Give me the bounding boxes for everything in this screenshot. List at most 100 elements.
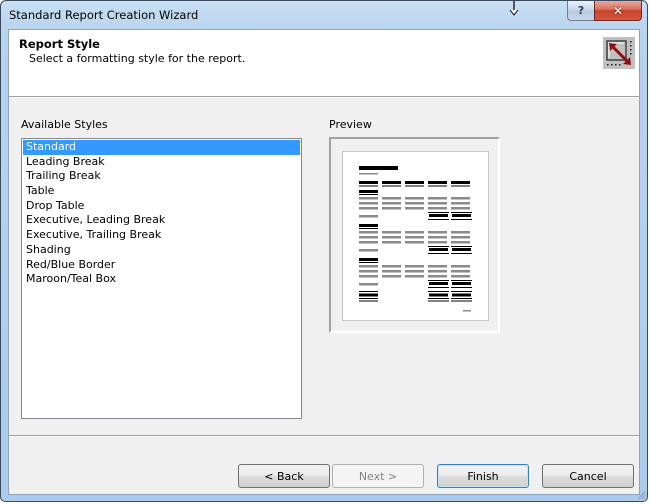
- style-option[interactable]: Executive, Leading Break: [23, 213, 300, 228]
- preview-detail-bar: [451, 197, 470, 200]
- preview-header-rule: [451, 185, 470, 187]
- preview-detail-bar: [382, 265, 401, 268]
- preview-detail-bar: [405, 236, 424, 239]
- preview-detail-bar: [428, 231, 447, 234]
- preview-total-rule: [428, 246, 449, 247]
- preview-detail-bar: [382, 231, 401, 234]
- preview-detail-bar: [428, 202, 447, 205]
- preview-title-bar: [359, 166, 398, 170]
- preview-group-header: [359, 224, 378, 227]
- preview-total-rule: [451, 219, 472, 220]
- preview-grand-rule: [428, 291, 449, 292]
- style-option[interactable]: Shading: [23, 243, 300, 258]
- preview-detail-bar: [382, 207, 401, 210]
- preview-detail-bar: [405, 241, 424, 244]
- preview-subtotal-bar: [452, 282, 471, 285]
- preview-detail-bar: [382, 197, 401, 200]
- preview-grand-total-bar: [429, 293, 448, 297]
- styles-listbox[interactable]: Standard Leading Break Trailing Break Table…: [21, 138, 302, 419]
- wizard-header: Report Style Select a formatting style f…: [9, 30, 639, 97]
- preview-group-header: [359, 190, 378, 193]
- preview-detail-bar: [359, 270, 378, 273]
- preview-detail-bar: [359, 265, 378, 268]
- preview-detail-bar: [451, 270, 470, 273]
- preview-grand-rule: [359, 300, 378, 302]
- preview-detail-bar: [451, 275, 470, 278]
- resize-grip-icon[interactable]: [636, 490, 646, 500]
- preview-detail-bar: [359, 197, 378, 200]
- preview-subtotal-label: [359, 249, 378, 252]
- preview-detail-bar: [405, 270, 424, 273]
- style-option[interactable]: Table: [23, 184, 300, 199]
- preview-header-rule: [359, 185, 378, 187]
- preview-detail-bar: [405, 231, 424, 234]
- preview-grand-rule: [428, 300, 449, 302]
- preview-page-number: [463, 310, 471, 312]
- preview-header-bar: [428, 181, 447, 184]
- preview-total-rule: [428, 287, 449, 288]
- preview-detail-bar: [428, 197, 447, 200]
- preview-detail-bar: [428, 270, 447, 273]
- preview-total-rule: [451, 280, 472, 281]
- preview-label: Preview: [329, 118, 372, 131]
- preview-detail-bar: [359, 207, 378, 210]
- preview-header-rule: [382, 185, 401, 187]
- style-option[interactable]: Maroon/Teal Box: [23, 272, 300, 287]
- preview-header-bar: [359, 181, 378, 184]
- style-option[interactable]: Drop Table: [23, 199, 300, 214]
- preview-detail-bar: [428, 236, 447, 239]
- preview-grand-rule: [451, 300, 472, 302]
- preview-detail-bar: [428, 241, 447, 244]
- preview-grand-label: [359, 293, 378, 297]
- style-option[interactable]: Leading Break: [23, 155, 300, 170]
- close-button[interactable]: ✕: [594, 1, 642, 21]
- title-bar[interactable]: Standard Report Creation Wizard ? ✕: [1, 1, 647, 29]
- preview-group-header: [359, 258, 378, 261]
- style-option[interactable]: Trailing Break: [23, 169, 300, 184]
- preview-subtotal-bar: [429, 282, 448, 285]
- preview-detail-bar: [451, 202, 470, 205]
- preview-detail-bar: [382, 275, 401, 278]
- dialog-body: Report Style Select a formatting style f…: [8, 29, 640, 495]
- style-option[interactable]: Red/Blue Border: [23, 258, 300, 273]
- preview-group-rule: [359, 262, 378, 263]
- close-icon: ✕: [612, 3, 624, 18]
- preview-detail-bar: [451, 241, 470, 244]
- help-button[interactable]: ?: [567, 1, 594, 21]
- preview-grand-rule: [428, 298, 449, 299]
- preview-subtotal-bar: [429, 248, 448, 251]
- back-button[interactable]: < Back: [238, 464, 330, 488]
- preview-subtotal-bar: [452, 214, 471, 217]
- next-button[interactable]: Next >: [332, 464, 424, 488]
- preview-subtotal-bar: [429, 214, 448, 217]
- preview-grand-rule: [451, 298, 472, 299]
- preview-frame: [329, 137, 500, 333]
- footer-separator: [9, 435, 639, 437]
- preview-detail-bar: [382, 241, 401, 244]
- preview-group-rule: [359, 194, 378, 195]
- style-option[interactable]: Executive, Trailing Break: [23, 228, 300, 243]
- preview-total-rule: [428, 253, 449, 254]
- finish-button[interactable]: Finish: [437, 464, 529, 488]
- preview-subtotal-label: [359, 283, 378, 286]
- preview-total-rule: [428, 280, 449, 281]
- preview-total-rule: [451, 246, 472, 247]
- preview-header-bar: [451, 181, 470, 184]
- wizard-window: Standard Report Creation Wizard ? ✕ Repo…: [0, 0, 648, 502]
- preview-group-rule: [359, 228, 378, 229]
- preview-detail-bar: [428, 275, 447, 278]
- preview-detail-bar: [359, 202, 378, 205]
- preview-detail-bar: [359, 236, 378, 239]
- preview-subtitle-bar: [359, 173, 378, 175]
- cancel-button[interactable]: Cancel: [542, 464, 634, 488]
- style-option[interactable]: Standard: [23, 140, 300, 155]
- preview-detail-bar: [382, 236, 401, 239]
- help-icon: ?: [577, 4, 585, 17]
- preview-total-rule: [428, 219, 449, 220]
- preview-grand-total-bar: [452, 293, 471, 297]
- preview-detail-bar: [405, 265, 424, 268]
- preview-grand-rule: [451, 291, 472, 292]
- preview-detail-bar: [405, 275, 424, 278]
- preview-detail-bar: [451, 265, 470, 268]
- report-preview-thumbnail: [359, 166, 472, 312]
